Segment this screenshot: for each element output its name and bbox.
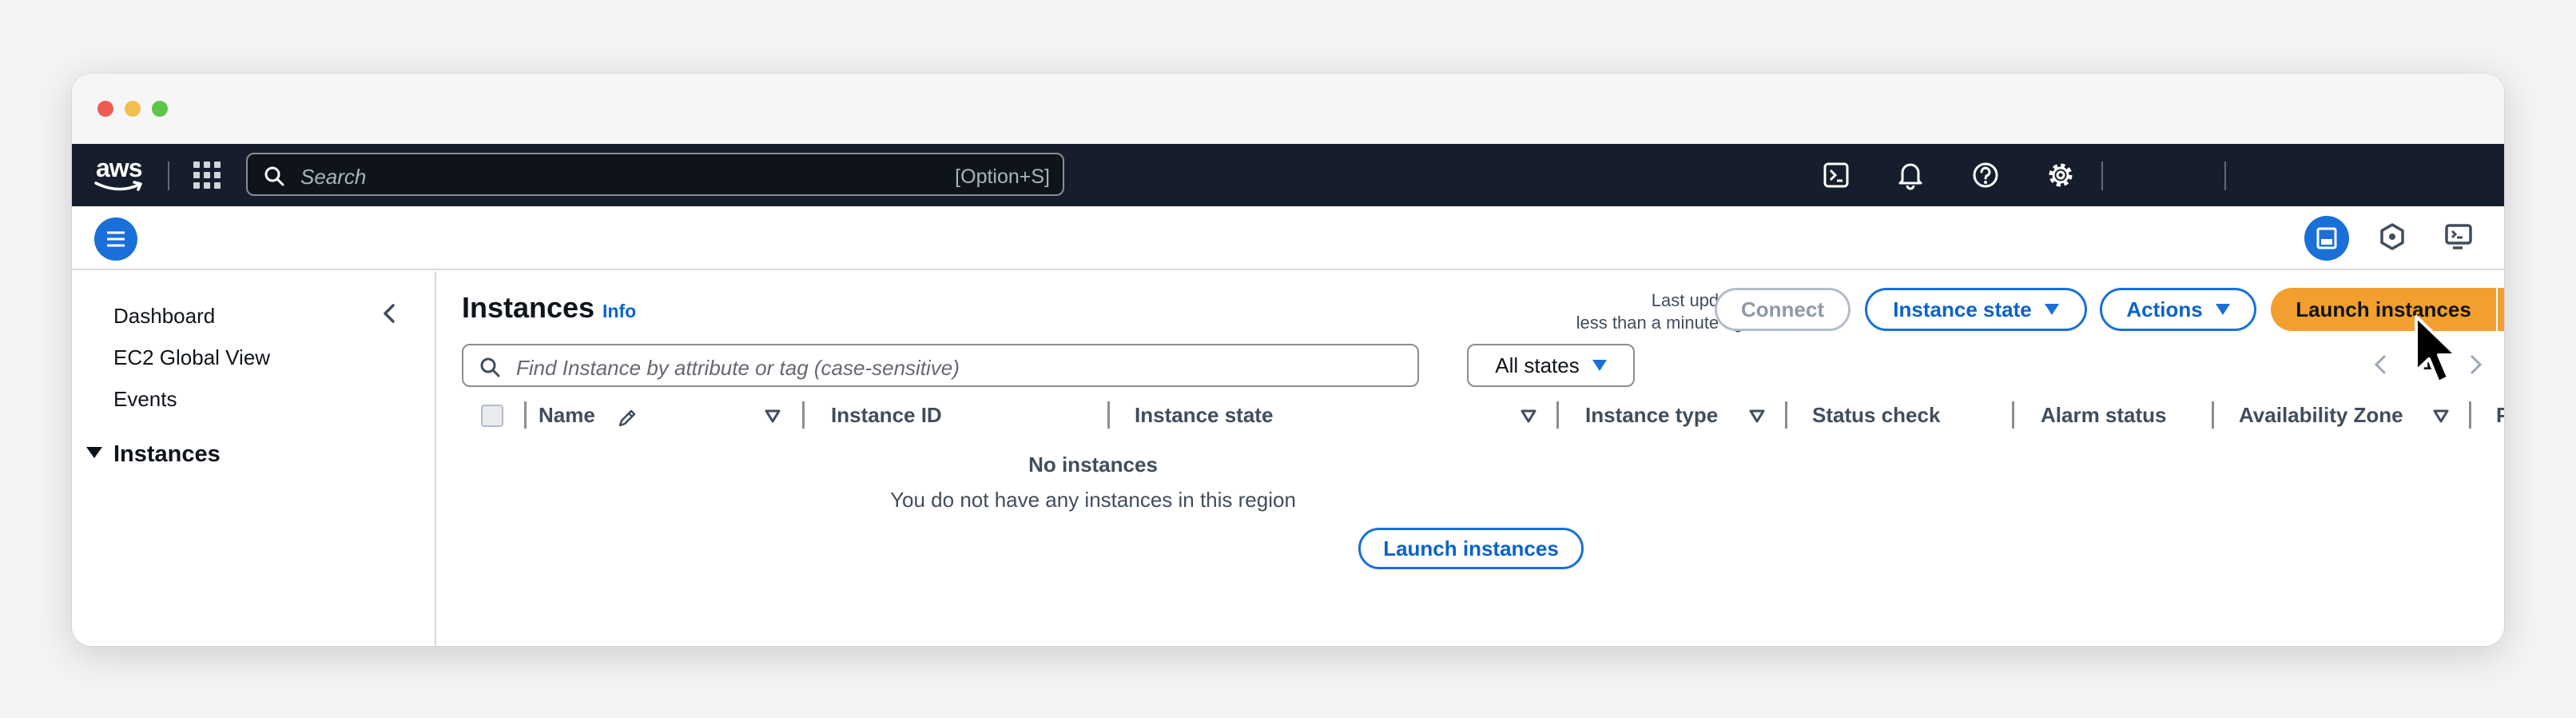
preferences-gear-icon[interactable] xyxy=(2502,353,2504,376)
services-grid-icon[interactable] xyxy=(193,162,221,189)
aws-logo[interactable]: aws xyxy=(93,154,149,195)
last-updated: Last updated less than a minute ago xyxy=(1338,289,1753,334)
column-header-instance-state[interactable]: Instance state xyxy=(1135,403,1273,428)
collapse-sidebar-icon[interactable] xyxy=(379,302,401,325)
sort-icon[interactable] xyxy=(1520,408,1537,424)
caret-down-icon xyxy=(86,447,102,458)
panel-button[interactable] xyxy=(2304,216,2349,261)
maximize-window-button[interactable] xyxy=(152,101,168,117)
mouse-cursor-icon xyxy=(2415,315,2458,384)
column-header-status-check[interactable]: Status check xyxy=(1812,403,1940,428)
sidebar-item-events[interactable]: Events xyxy=(113,387,177,412)
connect-button[interactable]: Connect xyxy=(1715,288,1851,331)
bell-icon[interactable] xyxy=(1895,160,1926,190)
nav-divider xyxy=(2224,162,2226,190)
close-window-button[interactable] xyxy=(97,101,113,117)
empty-state-description: You do not have any instances in this re… xyxy=(890,488,1296,512)
column-divider xyxy=(524,401,527,429)
instance-filter-input[interactable]: Find Instance by attribute or tag (case-… xyxy=(462,344,1419,387)
empty-state-title: No instances xyxy=(1028,453,1158,477)
column-header-name[interactable]: Name xyxy=(539,403,595,428)
column-header-alarm-status[interactable]: Alarm status xyxy=(2041,403,2167,428)
monitor-icon[interactable] xyxy=(2443,221,2475,253)
column-divider xyxy=(2212,401,2214,429)
gear-icon[interactable] xyxy=(2045,160,2076,190)
column-header-public[interactable]: Public xyxy=(2496,403,2504,428)
sort-icon[interactable] xyxy=(764,408,781,424)
menu-button[interactable] xyxy=(94,217,137,261)
sidebar-section-label: Instances xyxy=(113,441,221,467)
sort-icon[interactable] xyxy=(2432,408,2450,424)
select-all-checkbox[interactable] xyxy=(481,405,503,427)
column-divider xyxy=(1107,401,1110,429)
nav-divider xyxy=(168,162,169,190)
launch-instances-button[interactable]: Launch instances xyxy=(2271,288,2496,331)
help-icon[interactable] xyxy=(1970,160,2001,190)
global-search-input[interactable]: Search [Option+S] xyxy=(246,153,1064,196)
panel-icon xyxy=(2316,227,2337,249)
search-placeholder: Search xyxy=(300,165,367,189)
info-link[interactable]: Info xyxy=(602,301,636,322)
empty-launch-instances-button[interactable]: Launch instances xyxy=(1358,528,1584,569)
menu-icon xyxy=(107,231,125,247)
column-divider xyxy=(2469,401,2471,429)
console-subheader xyxy=(72,206,2504,270)
cloudshell-icon[interactable] xyxy=(1822,160,1852,190)
previous-page-icon[interactable] xyxy=(2371,353,2391,376)
column-header-instance-id[interactable]: Instance ID xyxy=(831,403,942,428)
aws-top-navigation: aws Search [Option+S] xyxy=(72,144,2504,206)
sidebar-section-instances[interactable]: Instances xyxy=(86,441,221,468)
sidebar-item-ec2-global-view[interactable]: EC2 Global View xyxy=(113,345,270,370)
sort-icon[interactable] xyxy=(1748,408,1766,424)
caret-down-icon xyxy=(2044,304,2059,315)
instances-page: Instances Info Last updated less than a … xyxy=(438,272,2504,646)
page-title: Instances xyxy=(462,291,595,324)
actions-button[interactable]: Actions xyxy=(2100,288,2256,331)
empty-launch-label: Launch instances xyxy=(1383,536,1559,560)
window-titlebar xyxy=(72,74,2504,144)
search-shortcut: [Option+S] xyxy=(955,166,1050,188)
states-label: All states xyxy=(1495,353,1580,377)
column-divider xyxy=(802,401,805,429)
sidebar: Dashboard EC2 Global View Events Instanc… xyxy=(72,272,436,646)
column-divider xyxy=(2012,401,2014,429)
search-icon xyxy=(480,357,500,377)
last-updated-value: less than a minute ago xyxy=(1576,313,1753,333)
connect-label: Connect xyxy=(1741,297,1824,321)
search-icon xyxy=(264,166,284,186)
actions-label: Actions xyxy=(2126,297,2203,321)
instance-state-label: Instance state xyxy=(1893,297,2032,321)
nav-divider xyxy=(2101,162,2103,190)
caret-down-icon xyxy=(2215,304,2230,315)
column-divider xyxy=(1785,401,1787,429)
launch-options-button[interactable] xyxy=(2498,288,2504,331)
minimize-window-button[interactable] xyxy=(125,101,141,117)
caret-down-icon xyxy=(1592,360,1607,371)
column-header-availability-zone[interactable]: Availability Zone xyxy=(2239,403,2403,428)
instance-state-button[interactable]: Instance state xyxy=(1865,288,2087,331)
edit-pencil-icon xyxy=(618,409,636,427)
last-updated-label: Last updated xyxy=(1651,290,1753,310)
aws-smile-icon xyxy=(94,181,142,191)
column-header-instance-type[interactable]: Instance type xyxy=(1585,403,1718,428)
column-divider xyxy=(1556,401,1559,429)
next-page-icon[interactable] xyxy=(2466,353,2485,376)
table-header: Name Instance ID Instance state Instance… xyxy=(438,393,2504,435)
filter-placeholder: Find Instance by attribute or tag (case-… xyxy=(516,356,960,380)
aws-logo-text: aws xyxy=(96,154,142,182)
browser-window: aws Search [Option+S] Dashboard EC2 Glob… xyxy=(72,74,2504,646)
sidebar-item-dashboard[interactable]: Dashboard xyxy=(113,304,215,329)
all-states-select[interactable]: All states xyxy=(1467,344,1635,387)
hexagon-icon[interactable] xyxy=(2376,221,2408,253)
